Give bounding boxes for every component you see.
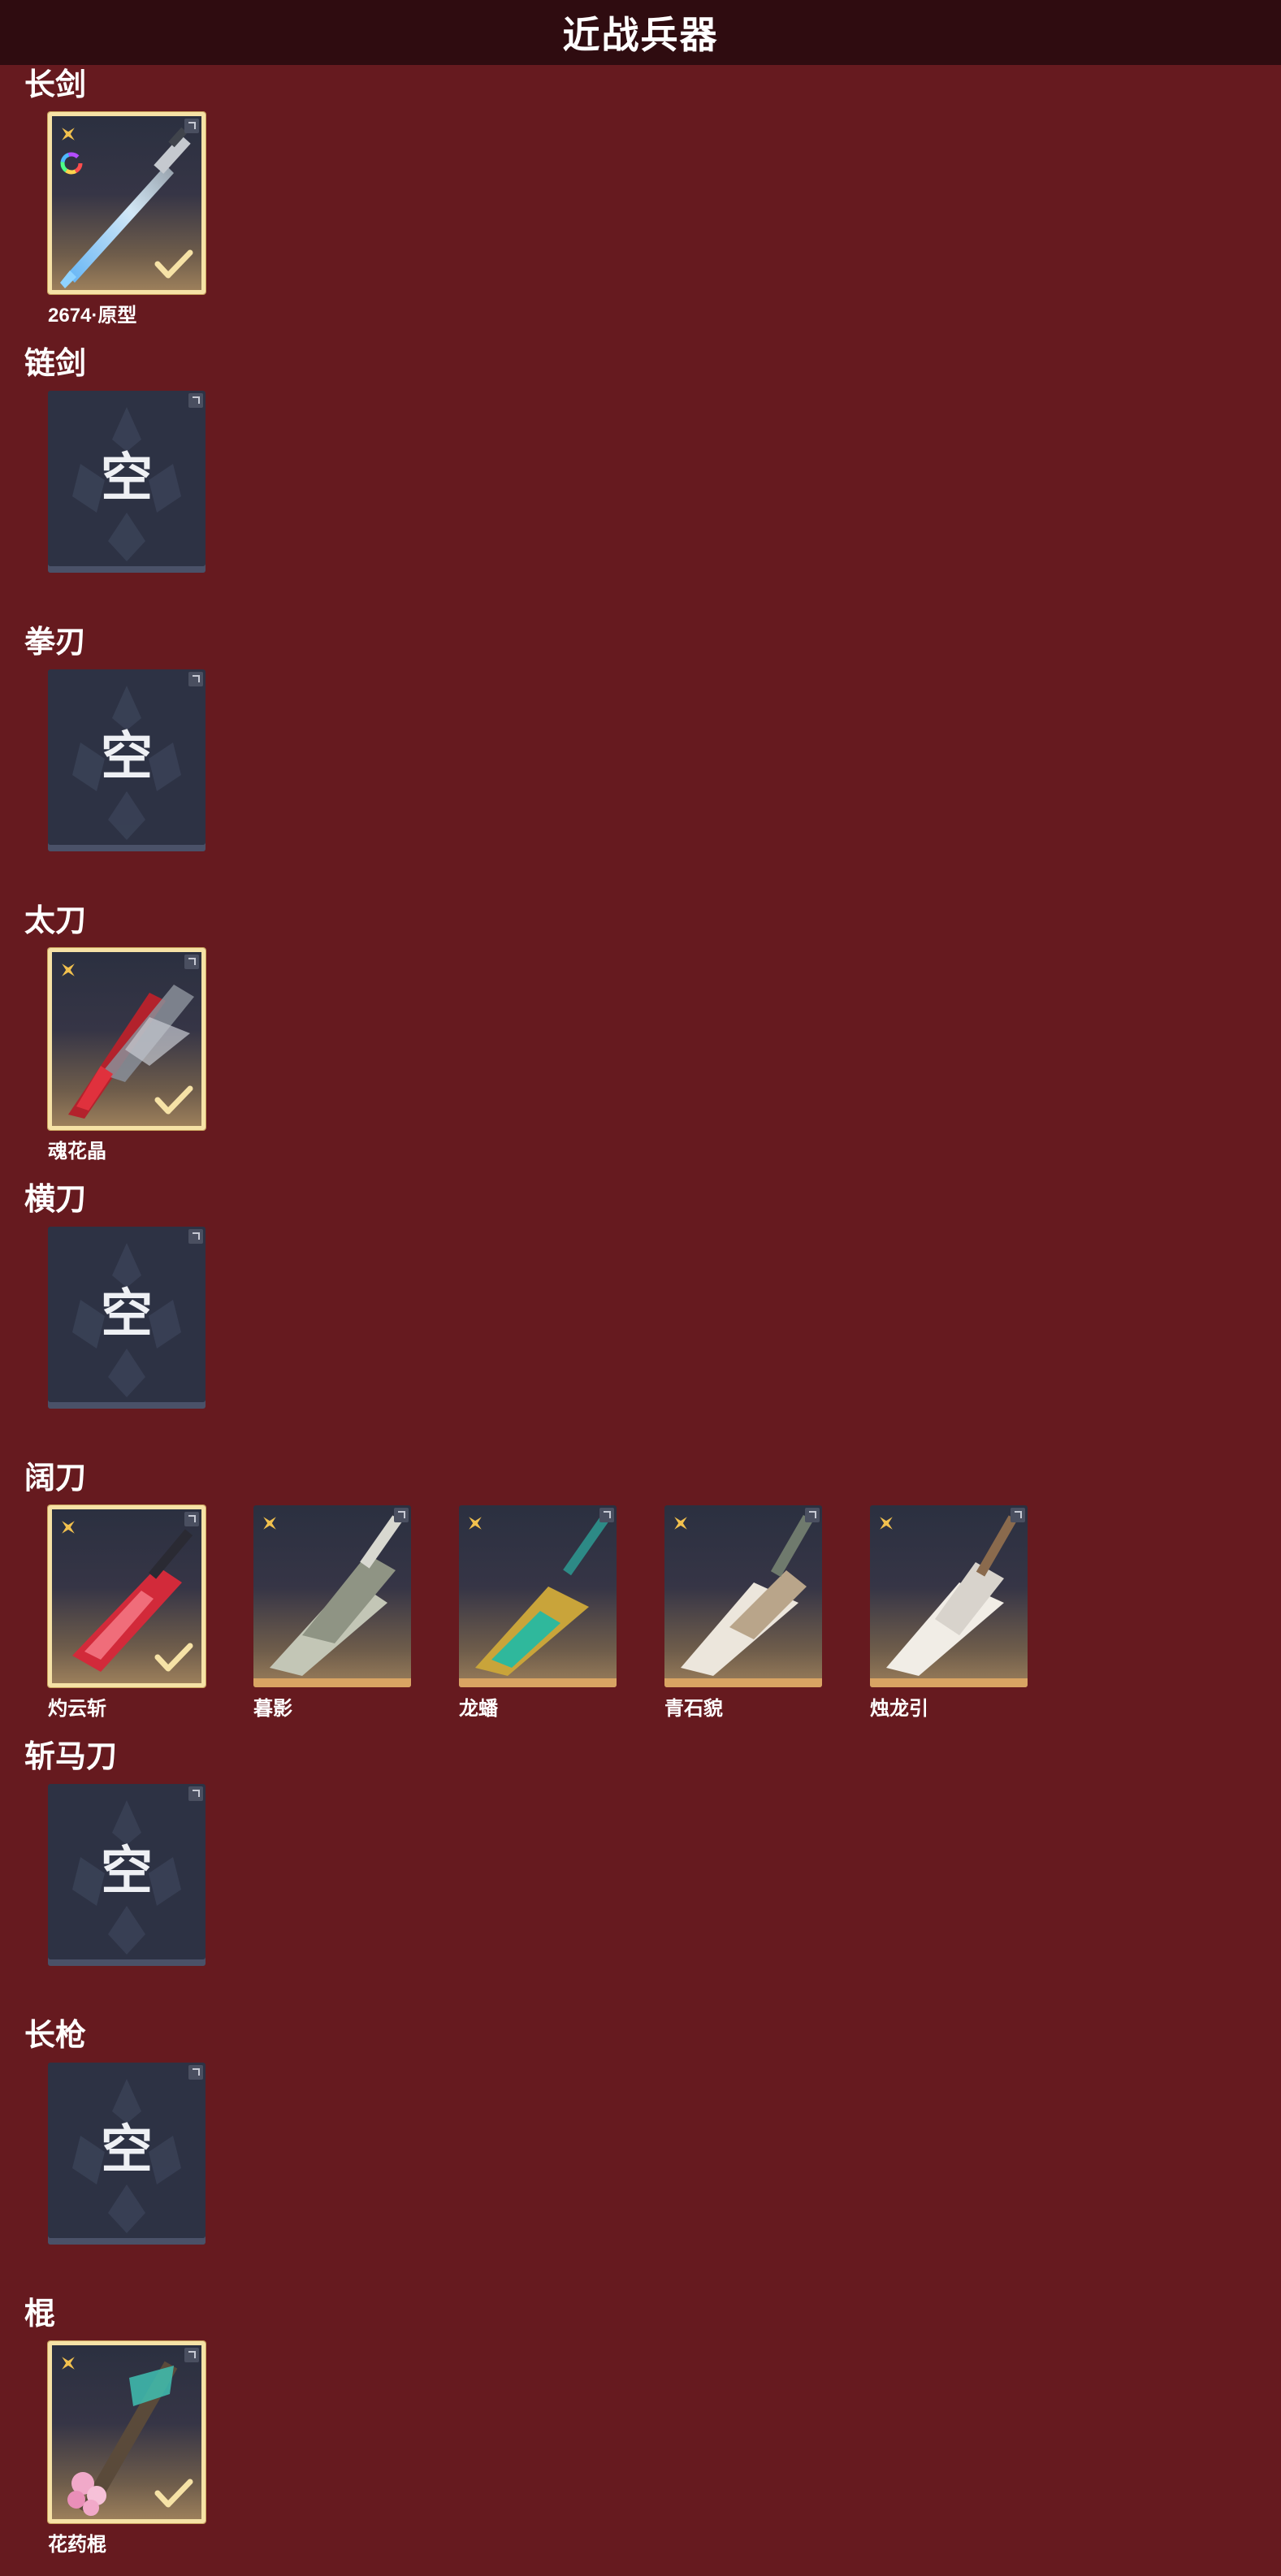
empty-slot-card[interactable]: 空 <box>48 669 206 851</box>
expand-corner-icon <box>188 393 203 408</box>
category-title: 长剑 <box>24 68 87 102</box>
empty-weapon-slot[interactable]: 空 <box>48 2063 206 2245</box>
page-title: 近战兵器 <box>562 14 719 56</box>
equipped-check-icon <box>154 1085 193 1116</box>
weapon-card[interactable] <box>48 112 206 294</box>
category-section: 链剑 空 <box>0 344 1281 622</box>
page-header: 近战兵器 <box>0 0 1281 65</box>
empty-slot-card[interactable]: 空 <box>48 1227 206 1409</box>
empty-label: 空 <box>101 727 153 787</box>
expand-corner-icon <box>184 119 199 133</box>
rarity-star-icon <box>260 1513 279 1533</box>
empty-label: 空 <box>101 448 153 509</box>
expand-corner-icon <box>184 1512 199 1526</box>
rarity-star-icon <box>58 1517 78 1537</box>
weapon-card[interactable] <box>253 1505 411 1687</box>
empty-weapon-slot[interactable]: 空 <box>48 1227 206 1409</box>
empty-slot-card[interactable]: 空 <box>48 2063 206 2245</box>
category-section: 长剑 2674·原型 <box>0 65 1281 344</box>
equipped-check-icon <box>154 249 193 280</box>
weapon-card[interactable] <box>459 1505 617 1687</box>
weapon-card[interactable] <box>48 1505 206 1687</box>
weapon-card[interactable] <box>48 948 206 1130</box>
rainbow-ring-icon <box>58 150 84 176</box>
empty-slot-card[interactable]: 空 <box>48 1784 206 1966</box>
category-title: 拳刃 <box>24 626 87 660</box>
category-section: 斩马刀 空 <box>0 1737 1281 2015</box>
weapon-name: 暮影 <box>253 1698 292 1720</box>
weapon-name: 2674·原型 <box>48 305 137 327</box>
expand-corner-icon <box>188 1786 203 1801</box>
category-section: 拳刃 空 <box>0 622 1281 901</box>
weapon-name: 龙蟠 <box>459 1698 498 1720</box>
expand-corner-icon <box>184 955 199 969</box>
category-title: 阔刀 <box>24 1461 87 1496</box>
empty-slot-card[interactable]: 空 <box>48 391 206 573</box>
expand-corner-icon <box>599 1508 614 1522</box>
category-section: 太刀 魂花晶 <box>0 901 1281 1180</box>
weapon-slot[interactable]: 花药棍 <box>48 2341 206 2556</box>
expand-corner-icon <box>188 672 203 686</box>
rarity-star-icon <box>58 960 78 980</box>
category-title: 斩马刀 <box>24 1740 118 1774</box>
category-section: 长枪 空 <box>0 2015 1281 2294</box>
empty-weapon-slot[interactable]: 空 <box>48 1784 206 1966</box>
expand-corner-icon <box>1011 1508 1025 1522</box>
equipped-check-icon <box>154 2479 193 2509</box>
category-title: 链剑 <box>24 347 87 381</box>
weapon-slot[interactable]: 龙蟠 <box>459 1505 617 1720</box>
empty-label: 空 <box>101 2120 153 2180</box>
weapon-name: 灼云斩 <box>48 1698 106 1720</box>
expand-corner-icon <box>184 2348 199 2362</box>
expand-corner-icon <box>394 1508 409 1522</box>
expand-corner-icon <box>188 2065 203 2080</box>
category-section: 横刀 空 <box>0 1180 1281 1458</box>
weapon-slot[interactable]: 烛龙引 <box>870 1505 1028 1720</box>
expand-corner-icon <box>805 1508 820 1522</box>
empty-label: 空 <box>101 1284 153 1344</box>
weapon-name: 花药棍 <box>48 2534 106 2556</box>
equipped-check-icon <box>154 1643 193 1673</box>
rarity-star-icon <box>876 1513 896 1533</box>
category-section: 阔刀 灼云斩 暮影 龙蟠 青石貌 烛龙引 <box>0 1458 1281 1737</box>
category-section: 棍 花药棍 <box>0 2294 1281 2573</box>
weapon-slot[interactable]: 青石貌 <box>664 1505 822 1720</box>
category-title: 棍 <box>24 2297 56 2331</box>
weapon-slot[interactable]: 2674·原型 <box>48 112 206 327</box>
category-title: 长枪 <box>24 2019 87 2053</box>
empty-weapon-slot[interactable]: 空 <box>48 391 206 573</box>
weapon-card[interactable] <box>48 2341 206 2523</box>
empty-label: 空 <box>101 1842 153 1902</box>
rarity-star-icon <box>58 124 78 144</box>
rarity-star-icon <box>465 1513 485 1533</box>
weapon-name: 青石貌 <box>664 1698 723 1720</box>
weapon-slot[interactable]: 魂花晶 <box>48 948 206 1162</box>
weapon-card[interactable] <box>664 1505 822 1687</box>
category-title: 太刀 <box>24 904 87 938</box>
weapon-name: 魂花晶 <box>48 1141 106 1162</box>
rarity-star-icon <box>58 2353 78 2373</box>
category-title: 横刀 <box>24 1183 87 1217</box>
weapon-slot[interactable]: 暮影 <box>253 1505 411 1720</box>
weapon-card[interactable] <box>870 1505 1028 1687</box>
weapon-slot[interactable]: 灼云斩 <box>48 1505 206 1720</box>
rarity-star-icon <box>671 1513 690 1533</box>
weapon-name: 烛龙引 <box>870 1698 928 1720</box>
expand-corner-icon <box>188 1229 203 1244</box>
empty-weapon-slot[interactable]: 空 <box>48 669 206 851</box>
